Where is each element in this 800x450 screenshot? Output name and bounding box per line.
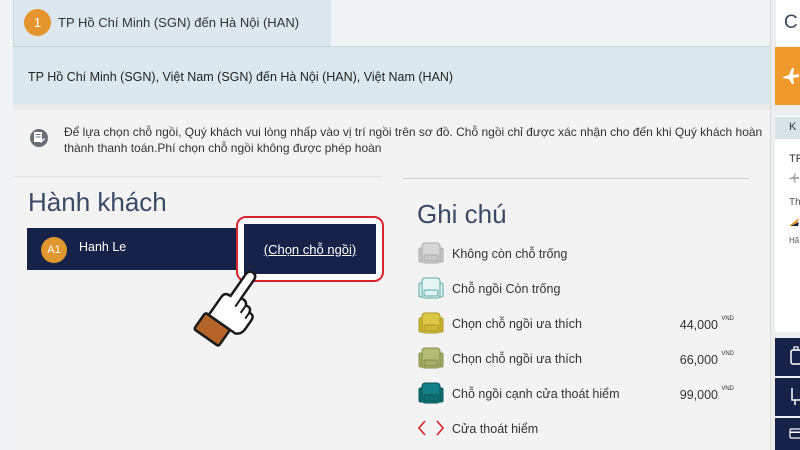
sidebar-seat-nav[interactable]	[775, 378, 800, 416]
pointing-hand-icon	[191, 265, 271, 362]
passenger-seat-badge: A1	[41, 237, 67, 263]
legend-currency: VND	[721, 351, 734, 357]
legend-label: Cửa thoát hiểm	[452, 422, 539, 436]
seat-available-icon	[418, 277, 444, 299]
legend-currency: VND	[721, 386, 734, 392]
legend-item: Chọn chỗ ngồi ưa thích 66,000 VND	[418, 346, 748, 372]
sidebar-payment-nav[interactable]	[775, 418, 800, 450]
note-edit-icon	[30, 129, 48, 147]
legend-item: Chỗ ngồi cạnh cửa thoát hiểm 99,000 VND	[418, 381, 748, 407]
legend-label: Chỗ ngồi cạnh cửa thoát hiểm	[452, 387, 620, 401]
flight-segment-title: TP Hồ Chí Minh (SGN) đến Hà Nội (HAN)	[58, 15, 300, 30]
sidebar-airline: Hã	[789, 236, 800, 245]
flight-segment-header: 1 TP Hồ Chí Minh (SGN) đến Hà Nội (HAN)	[13, 0, 331, 46]
seat-preferred-icon	[418, 312, 444, 334]
route-bar: TP Hồ Chí Minh (SGN), Việt Nam (SGN) đến…	[13, 46, 770, 104]
luggage-icon	[790, 346, 800, 365]
route-description: TP Hồ Chí Minh (SGN), Việt Nam (SGN) đến…	[28, 70, 454, 84]
legend-item: Không còn chỗ trống	[418, 241, 748, 267]
seat-selection-panel: 1 TP Hồ Chí Minh (SGN) đến Hà Nội (HAN) …	[0, 0, 770, 450]
plane-small-icon	[789, 173, 799, 183]
legend-item: Chọn chỗ ngồi ưa thích 44,000 VND	[418, 311, 748, 337]
legend-currency: VND	[721, 316, 734, 322]
sidebar-origin: TP	[789, 153, 800, 165]
legend-price: 99,000	[679, 388, 718, 402]
sidebar-seat-nav[interactable]	[775, 338, 800, 376]
seat-unavailable-icon	[418, 242, 444, 264]
emergency-exit-icon	[418, 420, 444, 436]
legend-item: Chỗ ngồi Còn trống	[418, 276, 748, 302]
step-number-badge: 1	[24, 9, 51, 36]
sidebar-heading: C	[784, 12, 798, 33]
legend-label: Chọn chỗ ngồi ưa thích	[452, 317, 582, 331]
card-icon	[789, 428, 800, 439]
legend-heading: Ghi chú	[417, 199, 507, 229]
sidebar-flight-banner	[775, 47, 800, 105]
seat-content-area: Để lựa chọn chỗ ngồi, Quý khách vui lòng…	[13, 104, 770, 450]
legend-price: 66,000	[679, 353, 718, 367]
seat-notice: Để lựa chọn chỗ ngồi, Quý khách vui lòng…	[13, 116, 770, 156]
legend-price: 44,000	[679, 318, 718, 332]
seat-notice-text: Để lựa chọn chỗ ngồi, Quý khách vui lòng…	[64, 125, 763, 155]
plane-icon	[783, 68, 799, 84]
airline-logo-icon	[789, 218, 799, 226]
legend-label: Không còn chỗ trống	[452, 247, 568, 261]
seat-exit-row-icon	[418, 382, 444, 404]
sidebar-header: C	[776, 0, 800, 46]
legend-item: Cửa thoát hiểm	[418, 416, 748, 442]
legend-label: Chọn chỗ ngồi ưa thích	[452, 352, 582, 366]
divider	[403, 178, 749, 179]
passenger-name: Hanh Le	[79, 240, 127, 254]
sidebar-tab[interactable]: K	[775, 117, 800, 139]
seat-nav-icon	[791, 388, 800, 405]
sidebar-date: Th	[789, 197, 800, 208]
legend-label: Chỗ ngồi Còn trống	[452, 282, 561, 296]
passengers-heading: Hành khách	[28, 187, 167, 217]
seat-preferred-plus-icon	[418, 347, 444, 369]
divider	[13, 176, 383, 177]
booking-summary-sidebar: C K TP Th Hã	[770, 0, 800, 450]
